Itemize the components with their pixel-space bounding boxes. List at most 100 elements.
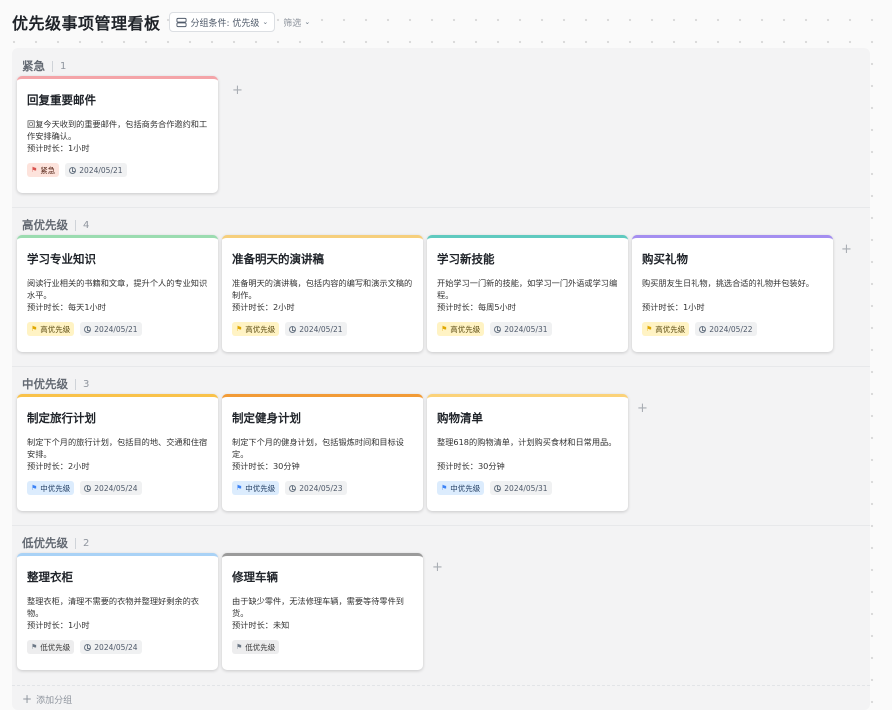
clock-icon bbox=[84, 643, 92, 651]
flag-icon: ⚑ bbox=[31, 325, 38, 333]
group-by-button[interactable]: 分组条件: 优先级 ⌄ bbox=[168, 12, 276, 32]
task-card[interactable]: 学习新技能 开始学习一门新的技能，如学习一门外语或学习编程。 预计时长：每周5小… bbox=[427, 235, 628, 352]
date-tag: 2024/05/31 bbox=[490, 322, 552, 336]
date-tag: 2024/05/22 bbox=[695, 322, 757, 336]
group-name: 中优先级 bbox=[22, 377, 68, 391]
group-medium: 中优先级 3 制定旅行计划 制定下个月的旅行计划，包括目的地、交通和住宿安排。 … bbox=[12, 366, 870, 526]
group-name: 紧急 bbox=[22, 59, 45, 73]
card-title: 学习新技能 bbox=[437, 252, 495, 266]
page-title: 优先级事项管理看板 bbox=[12, 14, 161, 33]
clock-icon bbox=[84, 484, 92, 492]
card-duration: 预计时长：1小时 bbox=[27, 143, 90, 153]
group-header[interactable]: 高优先级 4 bbox=[22, 217, 89, 233]
group-name: 高优先级 bbox=[22, 218, 68, 232]
priority-tag: ⚑ 低优先级 bbox=[27, 640, 75, 654]
card-duration: 预计时长：30分钟 bbox=[437, 461, 505, 471]
filter-label: 筛选 bbox=[283, 18, 302, 29]
flag-icon: ⚑ bbox=[441, 484, 448, 492]
task-card[interactable]: 回复重要邮件 回复今天收到的重要邮件，包括商务合作邀约和工作安排确认。 预计时长… bbox=[17, 76, 218, 193]
task-card[interactable]: 学习专业知识 阅读行业相关的书籍和文章，提升个人的专业知识水平。 预计时长：每天… bbox=[17, 235, 218, 352]
clock-icon bbox=[289, 325, 297, 333]
card-title: 购物清单 bbox=[437, 411, 483, 425]
card-description: 阅读行业相关的书籍和文章，提升个人的专业知识水平。 bbox=[27, 278, 208, 300]
group-count: 4 bbox=[83, 219, 90, 231]
group-header[interactable]: 低优先级 2 bbox=[22, 535, 89, 551]
priority-tag: ⚑ 低优先级 bbox=[232, 640, 280, 654]
priority-tag: ⚑ 高优先级 bbox=[437, 322, 485, 336]
priority-tag: ⚑ 高优先级 bbox=[27, 322, 75, 336]
card-title: 制定健身计划 bbox=[232, 411, 301, 425]
card-description: 由于缺少零件，无法修理车辆，需要等待零件到货。 bbox=[232, 596, 404, 618]
priority-tag: ⚑ 中优先级 bbox=[232, 481, 280, 495]
group-name: 低优先级 bbox=[22, 536, 68, 550]
card-duration: 预计时长：每周5小时 bbox=[437, 302, 516, 312]
card-title: 回复重要邮件 bbox=[27, 93, 96, 107]
card-title: 准备明天的演讲稿 bbox=[232, 252, 324, 266]
card-duration: 预计时长：1小时 bbox=[27, 620, 90, 630]
date-tag: 2024/05/21 bbox=[285, 322, 347, 336]
priority-tag: ⚑ 中优先级 bbox=[27, 481, 75, 495]
card-duration: 预计时长：未知 bbox=[232, 620, 290, 630]
group-count: 1 bbox=[60, 60, 67, 72]
task-card[interactable]: 购买礼物 购买朋友生日礼物，挑选合适的礼物并包装好。 预计时长：1小时 ⚑ 高优先… bbox=[632, 235, 833, 352]
flag-icon: ⚑ bbox=[646, 325, 653, 333]
clock-icon bbox=[699, 325, 707, 333]
clock-icon bbox=[69, 166, 77, 174]
group-urgent: 紧急 1 回复重要邮件 回复今天收到的重要邮件，包括商务合作邀约和工作安排确认。… bbox=[12, 48, 870, 208]
date-tag: 2024/05/31 bbox=[490, 481, 552, 495]
date-tag: 2024/05/24 bbox=[80, 640, 142, 654]
task-card[interactable]: 整理衣柜 整理衣柜，清理不需要的衣物并整理好剩余的衣物。 预计时长：1小时 ⚑ 低… bbox=[17, 553, 218, 670]
card-description: 制定下个月的健身计划，包括锻炼时间和目标设定。 bbox=[232, 437, 404, 459]
clock-icon bbox=[289, 484, 297, 492]
card-description: 开始学习一门新的技能，如学习一门外语或学习编程。 bbox=[437, 278, 618, 300]
group-high: 高优先级 4 学习专业知识 阅读行业相关的书籍和文章，提升个人的专业知识水平。 … bbox=[12, 207, 870, 367]
task-card[interactable]: 制定健身计划 制定下个月的健身计划，包括锻炼时间和目标设定。 预计时长：30分钟… bbox=[222, 394, 423, 511]
group-header[interactable]: 紧急 1 bbox=[22, 58, 66, 74]
add-card-plus-icon[interactable]: + bbox=[232, 84, 243, 97]
group-count: 3 bbox=[83, 378, 90, 390]
clock-icon bbox=[494, 484, 502, 492]
priority-tag: ⚑ 中优先级 bbox=[437, 481, 485, 495]
clock-icon bbox=[84, 325, 92, 333]
add-card-plus-icon[interactable]: + bbox=[637, 402, 648, 415]
task-card[interactable]: 修理车辆 由于缺少零件，无法修理车辆，需要等待零件到货。 预计时长：未知 ⚑ 低优… bbox=[222, 553, 423, 670]
card-description: 回复今天收到的重要邮件，包括商务合作邀约和工作安排确认。 bbox=[27, 119, 208, 141]
group-low: 低优先级 2 整理衣柜 整理衣柜，清理不需要的衣物并整理好剩余的衣物。 预计时长… bbox=[12, 525, 870, 684]
group-header[interactable]: 中优先级 3 bbox=[22, 376, 89, 392]
add-card-plus-icon[interactable]: + bbox=[432, 561, 443, 574]
task-card[interactable]: 制定旅行计划 制定下个月的旅行计划，包括目的地、交通和住宿安排。 预计时长：2小… bbox=[17, 394, 218, 511]
date-tag: 2024/05/23 bbox=[285, 481, 347, 495]
flag-icon: ⚑ bbox=[236, 643, 243, 651]
filter-button[interactable]: 筛选 ⌄ bbox=[283, 16, 310, 29]
date-tag: 2024/05/21 bbox=[65, 163, 127, 177]
add-group-label: 添加分组 bbox=[36, 695, 73, 706]
card-description: 制定下个月的旅行计划，包括目的地、交通和住宿安排。 bbox=[27, 437, 208, 459]
card-title: 制定旅行计划 bbox=[27, 411, 96, 425]
date-tag: 2024/05/21 bbox=[80, 322, 142, 336]
group-count: 2 bbox=[83, 537, 90, 549]
card-duration: 预计时长：每天1小时 bbox=[27, 302, 106, 312]
flag-icon: ⚑ bbox=[31, 484, 38, 492]
card-title: 学习专业知识 bbox=[27, 252, 96, 266]
chevron-down-icon: ⌄ bbox=[262, 18, 269, 26]
card-description: 准备明天的演讲稿，包括内容的编写和演示文稿的制作。 bbox=[232, 278, 413, 300]
group-icon bbox=[175, 17, 187, 27]
priority-tag: ⚑ 高优先级 bbox=[232, 322, 280, 336]
group-by-label: 分组条件: 优先级 bbox=[190, 18, 260, 29]
flag-icon: ⚑ bbox=[236, 484, 243, 492]
priority-tag: ⚑ 紧急 bbox=[27, 163, 60, 177]
kanban-board: 紧急 1 回复重要邮件 回复今天收到的重要邮件，包括商务合作邀约和工作安排确认。… bbox=[12, 48, 870, 710]
task-card[interactable]: 购物清单 整理618的购物清单，计划购买食材和日常用品。 预计时长：30分钟 ⚑… bbox=[427, 394, 628, 511]
card-duration: 预计时长：1小时 bbox=[642, 302, 705, 312]
add-group-button[interactable]: + 添加分组 bbox=[22, 692, 72, 706]
add-card-plus-icon[interactable]: + bbox=[841, 243, 852, 256]
topbar: 优先级事项管理看板 分组条件: 优先级 ⌄ 筛选 ⌄ bbox=[12, 11, 310, 33]
flag-icon: ⚑ bbox=[31, 643, 38, 651]
flag-icon: ⚑ bbox=[31, 166, 38, 174]
flag-icon: ⚑ bbox=[441, 325, 448, 333]
task-card[interactable]: 准备明天的演讲稿 准备明天的演讲稿，包括内容的编写和演示文稿的制作。 预计时长：… bbox=[222, 235, 423, 352]
chevron-down-icon: ⌄ bbox=[304, 18, 311, 26]
priority-tag: ⚑ 高优先级 bbox=[642, 322, 690, 336]
card-title: 购买礼物 bbox=[642, 252, 688, 266]
date-tag: 2024/05/24 bbox=[80, 481, 142, 495]
